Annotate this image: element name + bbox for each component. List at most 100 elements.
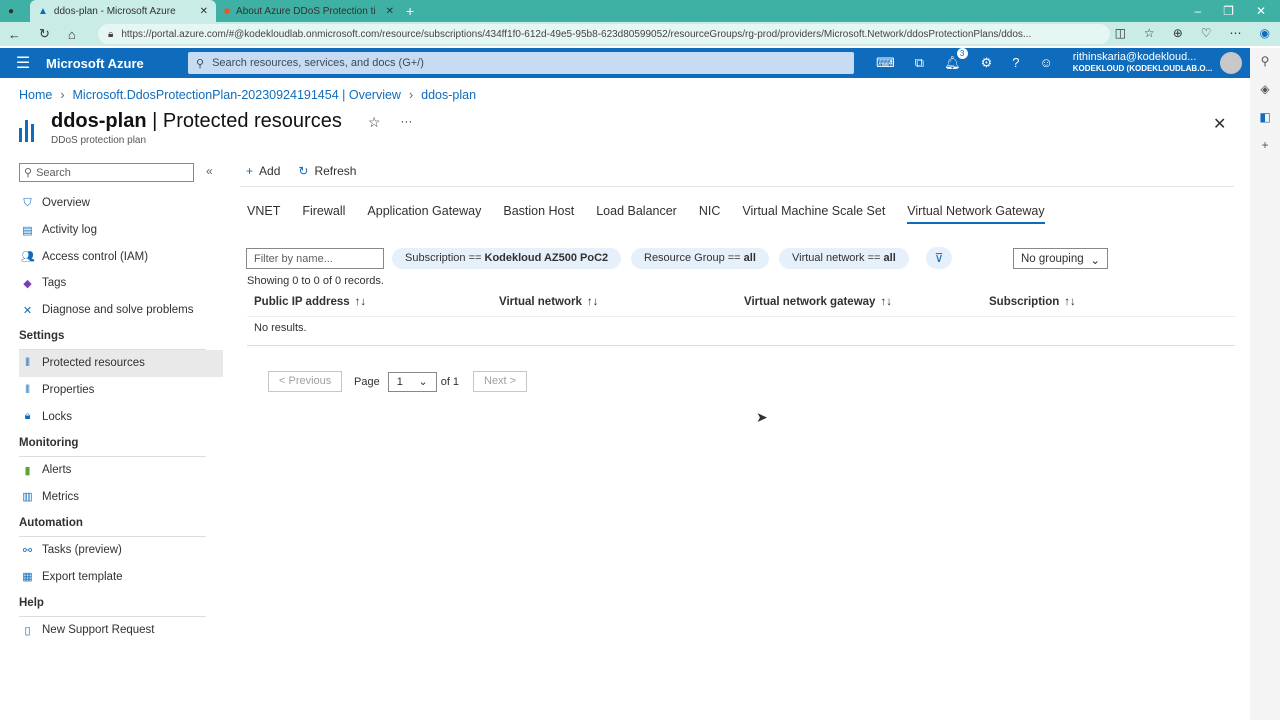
add-button[interactable]: + Add xyxy=(246,164,280,178)
section-automation: Automation xyxy=(19,510,206,537)
add-filter-icon[interactable]: ⊽ xyxy=(926,247,952,269)
avatar[interactable] xyxy=(1220,52,1243,74)
sidebar-item-tasks[interactable]: ⚯ Tasks (preview) xyxy=(19,537,223,564)
sidebar-item-alerts[interactable]: ▮ Alerts xyxy=(19,457,223,484)
sidebar-item-properties[interactable]: ⦀ Properties xyxy=(19,377,223,404)
tab-firewall[interactable]: Firewall xyxy=(302,204,345,224)
filter-by-name-input[interactable]: Filter by name... xyxy=(246,248,384,269)
sidebar-nav: ⛉ Overview ▤ Activity log 👥︎ Access control… xyxy=(19,190,223,644)
address-bar: ← ↻ ⌂ 🔒︎ https://portal.azure.com/#@kodeklo… xyxy=(0,22,1280,46)
sidebar-item-overview[interactable]: ⛉ Overview xyxy=(19,190,223,217)
azure-icon: ▲ xyxy=(38,5,48,17)
refresh-button[interactable]: ↻ Refresh xyxy=(298,164,356,178)
grouping-dropdown[interactable]: No grouping ⌄ xyxy=(1013,248,1108,269)
resource-group-filter-pill[interactable]: Resource Group == all xyxy=(631,248,769,269)
favorites-icon[interactable]: ☆ xyxy=(1144,26,1155,40)
url-input[interactable]: 🔒︎ https://portal.azure.com/#@kodekloudla… xyxy=(98,24,1110,44)
more-icon[interactable]: ⋯ xyxy=(1230,26,1242,40)
more-options-icon[interactable]: ··· xyxy=(400,114,412,128)
column-subscription[interactable]: Subscription ↑↓ xyxy=(989,296,1076,308)
properties-icon: ⦀ xyxy=(25,383,30,396)
column-public-ip[interactable]: Public IP address ↑↓ xyxy=(254,296,366,308)
browser-tab-bar: ● ▲ ddos-plan - Microsoft Azure ✕ ■ About A… xyxy=(0,0,1280,22)
collapse-sidebar-icon[interactable]: « xyxy=(206,164,213,178)
shield-icon: ⛉ xyxy=(23,196,32,209)
no-results-text: No results. xyxy=(254,322,307,334)
section-settings: Settings xyxy=(19,323,206,351)
close-tab-icon[interactable]: ✕ xyxy=(200,6,208,17)
tab-application-gateway[interactable]: Application Gateway xyxy=(367,204,481,224)
tab-bastion-host[interactable]: Bastion Host xyxy=(503,204,574,224)
help-icon[interactable]: ? xyxy=(1012,55,1019,71)
feedback-icon[interactable]: ☺ xyxy=(1039,55,1052,71)
template-icon: ▦ xyxy=(22,571,33,584)
tab-vmss[interactable]: Virtual Machine Scale Set xyxy=(742,204,885,224)
browser-tab[interactable]: ▲ ddos-plan - Microsoft Azure ✕ xyxy=(30,0,216,22)
menu-icon[interactable]: ☰ xyxy=(0,53,46,73)
browser-tab[interactable]: ■ About Azure DDoS Protection ti ✕ xyxy=(216,0,402,22)
shopping-icon[interactable]: ◈ xyxy=(1260,82,1269,96)
collections-icon[interactable]: ⊕ xyxy=(1173,26,1183,40)
notifications-icon[interactable]: 🔔︎ 3 xyxy=(944,48,968,71)
sidebar-item-metrics[interactable]: ▥ Metrics xyxy=(19,484,223,511)
brand[interactable]: Microsoft Azure xyxy=(46,56,188,71)
search-icon: ⚲ xyxy=(24,167,33,179)
copilot-icon[interactable]: ◉ xyxy=(1260,26,1270,40)
tab-virtual-network-gateway[interactable]: Virtual Network Gateway xyxy=(907,204,1045,224)
sidebar-item-activity-log[interactable]: ▤ Activity log xyxy=(19,217,223,244)
mouse-cursor-icon: ➤ xyxy=(756,409,768,425)
sidebar-item-export-template[interactable]: ▦ Export template xyxy=(19,564,223,591)
extensions-icon[interactable]: ♡ xyxy=(1201,26,1212,40)
sidebar-item-locks[interactable]: 🔒︎ Locks xyxy=(19,404,223,431)
virtual-network-filter-pill[interactable]: Virtual network == all xyxy=(779,248,909,269)
sidebar-item-protected-resources[interactable]: ⦀ Protected resources xyxy=(19,350,223,377)
home-icon[interactable]: ⌂ xyxy=(68,27,76,42)
sidebar-item-support[interactable]: ▯ New Support Request xyxy=(19,617,223,644)
page-label: Page xyxy=(354,375,380,388)
close-tab-icon[interactable]: ✕ xyxy=(386,6,394,17)
sidebar-search-input[interactable]: ⚲ Search xyxy=(19,163,194,182)
minimize-button[interactable]: – xyxy=(1194,4,1201,18)
close-blade-icon[interactable]: ✕ xyxy=(1213,114,1226,134)
column-virtual-network-gateway[interactable]: Virtual network gateway ↑↓ xyxy=(744,296,892,308)
cloud-shell-icon[interactable]: ⌨ xyxy=(876,55,895,71)
search-icon[interactable]: ⚲ xyxy=(1261,54,1270,68)
breadcrumb-plan[interactable]: ddos-plan xyxy=(421,88,476,102)
breadcrumb-overview[interactable]: Microsoft.DdosProtectionPlan-20230924191… xyxy=(73,88,401,102)
close-window-button[interactable]: ✕ xyxy=(1256,4,1266,18)
next-page-button[interactable]: Next > xyxy=(473,371,528,392)
tab-nic[interactable]: NIC xyxy=(699,204,721,224)
refresh-icon[interactable]: ↻ xyxy=(39,26,50,42)
section-monitoring: Monitoring xyxy=(19,430,206,457)
add-icon[interactable]: + xyxy=(1261,138,1268,152)
profile-icon[interactable]: ● xyxy=(0,0,30,22)
sort-icon: ↑↓ xyxy=(1064,296,1076,308)
restore-button[interactable]: ❐ xyxy=(1223,4,1234,18)
column-virtual-network[interactable]: Virtual network ↑↓ xyxy=(499,296,598,308)
tab-load-balancer[interactable]: Load Balancer xyxy=(596,204,677,224)
outlook-icon[interactable]: ◧ xyxy=(1259,110,1270,124)
people-icon: 👥︎ xyxy=(21,251,35,264)
directory-filter-icon[interactable]: ⧉ xyxy=(915,55,924,71)
microsoft-icon: ■ xyxy=(224,5,231,17)
sidebar-item-iam[interactable]: 👥︎ Access control (IAM) xyxy=(19,243,223,270)
tasks-icon: ⚯ xyxy=(22,544,33,557)
divider xyxy=(240,186,1234,187)
page-select[interactable]: 1 ⌄ xyxy=(387,371,437,392)
settings-icon[interactable]: ⚙ xyxy=(981,55,993,71)
sidebar-item-tags[interactable]: ◆ Tags xyxy=(19,270,223,297)
new-tab-button[interactable]: + xyxy=(402,3,414,19)
chevron-down-icon: ⌄ xyxy=(418,376,428,388)
subscription-filter-pill[interactable]: Subscription == Kodekloud AZ500 PoC2 xyxy=(392,248,622,269)
breadcrumb-home[interactable]: Home xyxy=(19,88,52,102)
sort-icon: ↑↓ xyxy=(586,296,599,308)
sidebar-item-diagnose[interactable]: ✕ Diagnose and solve problems xyxy=(19,297,223,324)
previous-page-button[interactable]: < Previous xyxy=(268,371,343,392)
split-icon[interactable]: ◫ xyxy=(1115,26,1126,40)
favorite-star-icon[interactable]: ☆ xyxy=(368,114,381,131)
account-menu[interactable]: rithinskaria@kodekloud... KODEKLOUD (KODE… xyxy=(1073,51,1213,75)
back-icon[interactable]: ← xyxy=(8,27,21,42)
tab-vnet[interactable]: VNET xyxy=(247,204,280,224)
global-search-input[interactable]: ⚲ Search resources, services, and docs (G… xyxy=(188,52,854,74)
sort-icon: ↑↓ xyxy=(880,296,892,308)
